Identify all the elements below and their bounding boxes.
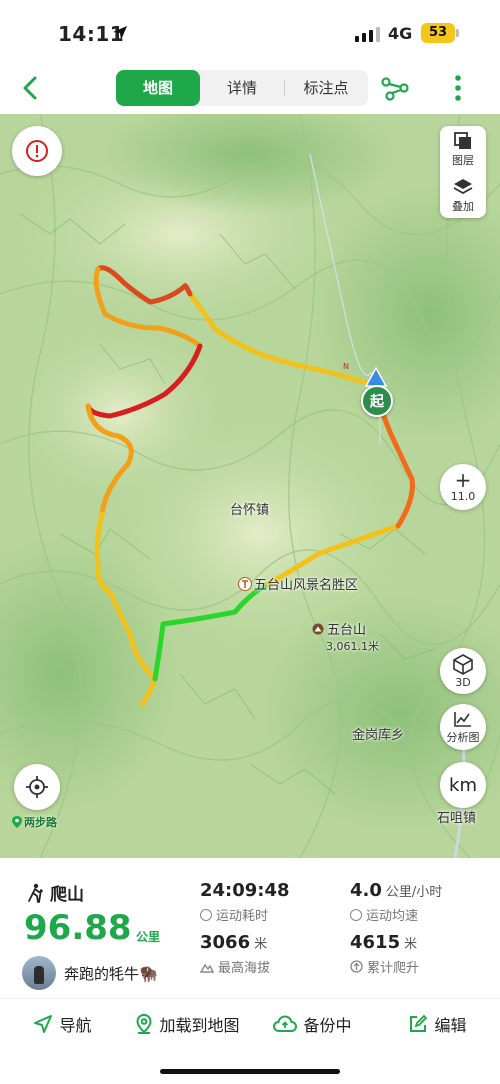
ascent-label: 累计爬升 <box>367 961 420 976</box>
ascent-value: 4615 <box>350 932 401 953</box>
location-arrow-icon <box>113 26 127 40</box>
stat-ascent: 4615 米 累计爬升 <box>350 932 419 976</box>
layers-button[interactable]: 图层 <box>440 126 486 172</box>
edit-button[interactable]: 编辑 <box>375 999 500 1048</box>
north-marker: N <box>343 362 349 371</box>
tab-details[interactable]: 详情 <box>200 70 284 106</box>
map-brand: 两步路 <box>12 814 57 830</box>
duration-label: 运动耗时 <box>216 909 269 924</box>
zoom-level: 11.0 <box>450 490 476 503</box>
navigate-button[interactable]: 导航 <box>0 999 125 1048</box>
plus-icon: + <box>454 468 472 492</box>
layers-icon <box>454 131 471 149</box>
mountain-peak-icon <box>312 623 324 634</box>
map-view[interactable]: N 图层 叠加 + 11.0 3D 分析图 km 起 台怀镇 五台山风景名胜区 … <box>0 114 500 858</box>
duration-value: 24:09:48 <box>200 880 290 901</box>
view-tabs: 地图 详情 标注点 <box>116 70 368 106</box>
clock-icon <box>200 908 212 921</box>
tab-map[interactable]: 地图 <box>116 70 200 106</box>
place-label-jingangku[interactable]: 金岗库乡 <box>352 724 404 743</box>
layer-panel: 图层 叠加 <box>440 126 486 218</box>
mountain-elevation: 3,061.1米 <box>326 640 379 653</box>
chart-icon <box>454 711 471 727</box>
hiker-icon <box>28 883 43 903</box>
signal-icon <box>355 27 380 42</box>
bottom-toolbar: 导航 加载到地图 备份中 编辑 <box>0 998 500 1048</box>
view-3d-label: 3D <box>455 676 471 689</box>
stat-duration: 24:09:48 运动耗时 <box>200 880 290 924</box>
place-label-mountain[interactable]: 五台山 3,061.1米 <box>312 619 379 654</box>
unit-label: km <box>449 774 477 796</box>
speedometer-icon <box>350 908 362 921</box>
distance-value: 96.88 <box>24 908 132 948</box>
speed-unit: 公里/小时 <box>385 885 443 900</box>
start-marker[interactable]: 起 <box>361 385 393 417</box>
navigation-icon <box>34 1014 53 1033</box>
home-indicator <box>160 1069 340 1074</box>
place-label-taihuai[interactable]: 台怀镇 <box>230 499 269 518</box>
avatar[interactable] <box>22 956 56 990</box>
view-3d-button[interactable]: 3D <box>440 648 486 694</box>
back-icon[interactable] <box>16 72 46 104</box>
locate-button[interactable] <box>14 764 60 810</box>
cube-icon <box>453 654 473 675</box>
max-alt-value: 3066 <box>200 932 251 953</box>
terrain-background: N <box>0 114 500 858</box>
alert-icon <box>26 140 48 162</box>
place-label-shizui[interactable]: 石咀镇 <box>437 807 476 826</box>
crosshair-icon <box>26 776 48 798</box>
tab-markers[interactable]: 标注点 <box>284 70 368 106</box>
speed-label: 运动均速 <box>366 909 419 924</box>
map-pin-icon <box>136 1013 152 1034</box>
load-to-map-button[interactable]: 加载到地图 <box>125 999 250 1048</box>
analysis-button[interactable]: 分析图 <box>440 704 486 750</box>
distance-unit: 公里 <box>136 930 161 944</box>
more-options-icon[interactable] <box>448 72 468 104</box>
alert-button[interactable] <box>12 126 62 176</box>
track-summary: 爬山 96.88 公里 奔跑的牦牛🦬 24:09:48 运动耗时 4.0 公里/小… <box>0 858 500 998</box>
zoom-button[interactable]: + 11.0 <box>440 464 486 510</box>
edit-icon <box>410 1014 428 1032</box>
overlay-icon <box>453 178 473 194</box>
map-pin-icon <box>12 816 22 828</box>
unit-toggle-button[interactable]: km <box>440 762 486 808</box>
battery-icon: 53 <box>421 23 459 43</box>
network-type: 4G <box>388 24 413 43</box>
overlay-label: 叠加 <box>452 199 474 213</box>
up-arrow-icon <box>350 960 363 973</box>
place-label-scenic-area[interactable]: 五台山风景名胜区 <box>238 574 358 593</box>
speed-value: 4.0 <box>350 880 382 901</box>
analysis-label: 分析图 <box>446 730 480 744</box>
cloud-icon <box>273 1014 298 1032</box>
stat-max-altitude: 3066 米 最高海拔 <box>200 932 270 976</box>
share-route-icon[interactable] <box>380 74 410 102</box>
stat-speed: 4.0 公里/小时 运动均速 <box>350 880 442 924</box>
user-info[interactable]: 奔跑的牦牛🦬 <box>22 956 158 990</box>
activity-type: 爬山 <box>26 880 84 905</box>
ascent-unit: 米 <box>404 937 418 952</box>
overlay-button[interactable]: 叠加 <box>440 172 486 218</box>
max-alt-label: 最高海拔 <box>218 961 271 976</box>
nav-bar: 地图 详情 标注点 <box>0 62 500 114</box>
scenic-icon <box>238 576 252 591</box>
mountain-icon <box>200 963 214 973</box>
backup-button[interactable]: 备份中 <box>250 999 375 1048</box>
status-bar: 14:11 4G 53 <box>0 0 500 62</box>
user-name[interactable]: 奔跑的牦牛🦬 <box>64 963 158 984</box>
max-alt-unit: 米 <box>254 937 268 952</box>
layers-label: 图层 <box>452 153 474 167</box>
